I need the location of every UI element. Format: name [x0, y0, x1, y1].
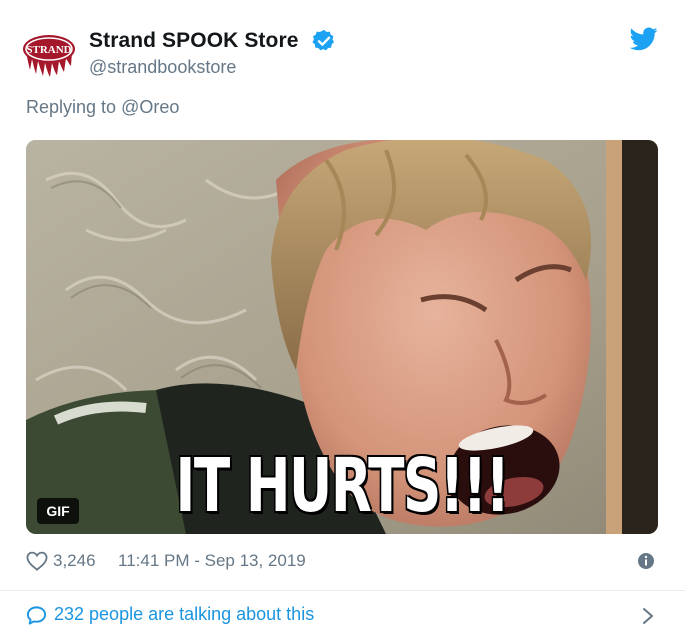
speech-bubble-icon — [26, 605, 47, 626]
verified-badge-icon — [312, 29, 336, 53]
reply-prefix: Replying to — [26, 97, 122, 117]
like-count[interactable]: 3,246 — [53, 551, 96, 571]
chevron-right-icon[interactable] — [640, 606, 656, 626]
tweet-header: STRAND Strand SPOOK Store @strandbooksto… — [0, 0, 685, 90]
divider — [0, 590, 685, 591]
avatar[interactable]: STRAND — [22, 30, 76, 80]
conversation-link[interactable]: 232 people are talking about this — [26, 604, 658, 630]
reply-mention-link[interactable]: @Oreo — [121, 97, 179, 117]
gif-caption: IT HURTS!!! — [175, 443, 511, 529]
gif-media[interactable]: IT HURTS!!! GIF — [26, 140, 658, 534]
talking-count-text[interactable]: 232 people are talking about this — [54, 604, 314, 625]
avatar-logo-text: STRAND — [26, 44, 71, 56]
info-icon[interactable] — [637, 552, 655, 570]
gif-badge: GIF — [37, 498, 79, 524]
timestamp[interactable]: 11:41 PM - Sep 13, 2019 — [118, 551, 306, 571]
replying-to: Replying to @Oreo — [26, 97, 179, 118]
display-name[interactable]: Strand SPOOK Store — [89, 29, 299, 53]
tweet-meta: 3,246 11:41 PM - Sep 13, 2019 — [26, 549, 658, 575]
heart-icon[interactable] — [26, 551, 48, 571]
twitter-bird-icon[interactable] — [629, 27, 658, 51]
user-handle[interactable]: @strandbookstore — [89, 57, 236, 78]
